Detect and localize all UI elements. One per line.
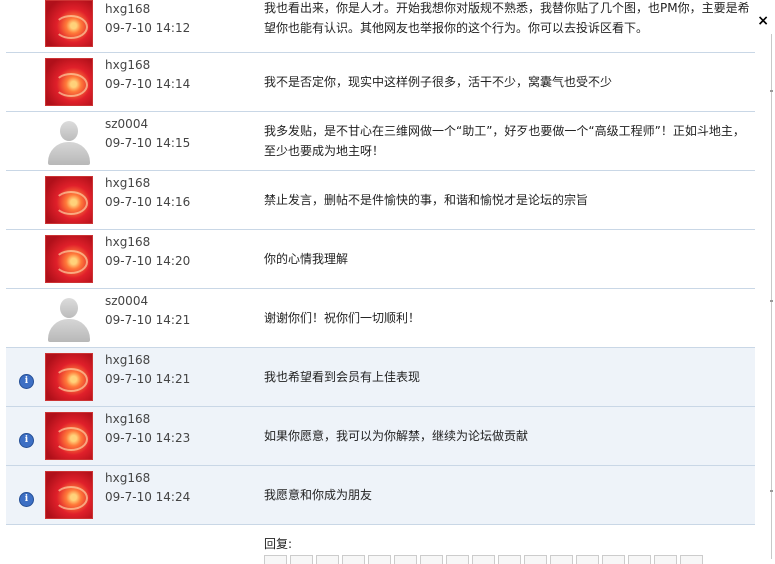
avatar[interactable]	[45, 58, 93, 106]
username[interactable]: hxg168	[105, 353, 150, 367]
timestamp: 09-7-10 14:12	[105, 21, 191, 35]
info-icon[interactable]: i	[19, 492, 34, 507]
message-text: 谢谢你们！祝你们一切顺利！	[264, 311, 421, 325]
username[interactable]: hxg168	[105, 58, 150, 72]
message-row: hxg168 09-7-10 14:16 禁止发言，删帖不是件愉快的事，和谐和愉悦才…	[6, 171, 755, 230]
avatar[interactable]	[45, 353, 93, 401]
timestamp: 09-7-10 14:21	[105, 313, 191, 327]
emoticon-button[interactable]	[290, 555, 313, 564]
message-text: 我愿意和你成为朋友	[264, 488, 373, 502]
username[interactable]: hxg168	[105, 235, 150, 249]
message-row: hxg168 09-7-10 14:12 我也看出来，你是人才。开始我想你对版规不熟…	[6, 0, 755, 53]
timestamp: 09-7-10 14:14	[105, 77, 191, 91]
message-row: i hxg168 09-7-10 14:21 我也希望看到会员有上佳表现	[6, 348, 755, 407]
emoticon-button[interactable]	[628, 555, 651, 564]
emoticon-button[interactable]	[316, 555, 339, 564]
scroll-tick	[770, 90, 773, 92]
emoticon-button[interactable]	[524, 555, 547, 564]
emoticon-button[interactable]	[472, 555, 495, 564]
message-text: 你的心情我理解	[264, 252, 349, 266]
info-icon[interactable]: i	[19, 374, 34, 389]
scroll-tick	[770, 490, 773, 492]
emoticon-button[interactable]	[420, 555, 443, 564]
emoticon-button[interactable]	[368, 555, 391, 564]
close-icon[interactable]: ×	[757, 14, 769, 28]
message-row: sz0004 09-7-10 14:21 谢谢你们！祝你们一切顺利！	[6, 289, 755, 348]
timestamp: 09-7-10 14:23	[105, 431, 191, 445]
scroll-track[interactable]	[771, 34, 772, 559]
emoticon-button[interactable]	[602, 555, 625, 564]
timestamp: 09-7-10 14:21	[105, 372, 191, 386]
avatar[interactable]	[45, 412, 93, 460]
reply-label: 回复:	[264, 537, 293, 551]
emoticon-button[interactable]	[550, 555, 573, 564]
timestamp: 09-7-10 14:20	[105, 254, 191, 268]
avatar[interactable]	[45, 0, 93, 47]
avatar[interactable]	[45, 471, 93, 519]
emoticon-button[interactable]	[680, 555, 703, 564]
emoticon-button[interactable]	[498, 555, 521, 564]
emoticon-button[interactable]	[654, 555, 677, 564]
avatar[interactable]	[45, 117, 93, 165]
avatar[interactable]	[45, 176, 93, 224]
emoticon-button[interactable]	[264, 555, 287, 564]
username[interactable]: sz0004	[105, 294, 148, 308]
avatar[interactable]	[45, 235, 93, 283]
timestamp: 09-7-10 14:16	[105, 195, 191, 209]
username[interactable]: hxg168	[105, 412, 150, 426]
message-row: hxg168 09-7-10 14:14 我不是否定你，现实中这样例子很多，活干不少…	[6, 53, 755, 112]
message-text: 我也希望看到会员有上佳表现	[264, 370, 421, 384]
emoticon-button[interactable]	[576, 555, 599, 564]
timestamp: 09-7-10 14:24	[105, 490, 191, 504]
emoticon-toolbar	[264, 555, 703, 564]
emoticon-button[interactable]	[342, 555, 365, 564]
message-row: hxg168 09-7-10 14:20 你的心情我理解	[6, 230, 755, 289]
message-text: 如果你愿意，我可以为你解禁，继续为论坛做贡献	[264, 429, 529, 443]
message-row: i hxg168 09-7-10 14:24 我愿意和你成为朋友	[6, 466, 755, 525]
message-text: 我多发贴，是不甘心在三维网做一个“助工”，好歹也要做一个“高级工程师”！正如斗地…	[264, 124, 745, 158]
message-row: i hxg168 09-7-10 14:23 如果你愿意，我可以为你解禁，继续为论坛做…	[6, 407, 755, 466]
username[interactable]: hxg168	[105, 471, 150, 485]
username[interactable]: sz0004	[105, 117, 148, 131]
emoticon-button[interactable]	[394, 555, 417, 564]
message-list: hxg168 09-7-10 14:12 我也看出来，你是人才。开始我想你对版规不熟…	[6, 0, 755, 525]
avatar[interactable]	[45, 294, 93, 342]
message-row: sz0004 09-7-10 14:15 我多发贴，是不甘心在三维网做一个“助工”，…	[6, 112, 755, 171]
emoticon-button[interactable]	[446, 555, 469, 564]
info-icon[interactable]: i	[19, 433, 34, 448]
username[interactable]: hxg168	[105, 2, 150, 16]
message-text: 我也看出来，你是人才。开始我想你对版规不熟悉，我替你贴了几个图，也PM你，主要是…	[264, 1, 750, 35]
message-text: 我不是否定你，现实中这样例子很多，活干不少，窝囊气也受不少	[264, 75, 613, 89]
scroll-tick	[770, 300, 773, 302]
username[interactable]: hxg168	[105, 176, 150, 190]
timestamp: 09-7-10 14:15	[105, 136, 191, 150]
message-text: 禁止发言，删帖不是件愉快的事，和谐和愉悦才是论坛的宗旨	[264, 193, 589, 207]
